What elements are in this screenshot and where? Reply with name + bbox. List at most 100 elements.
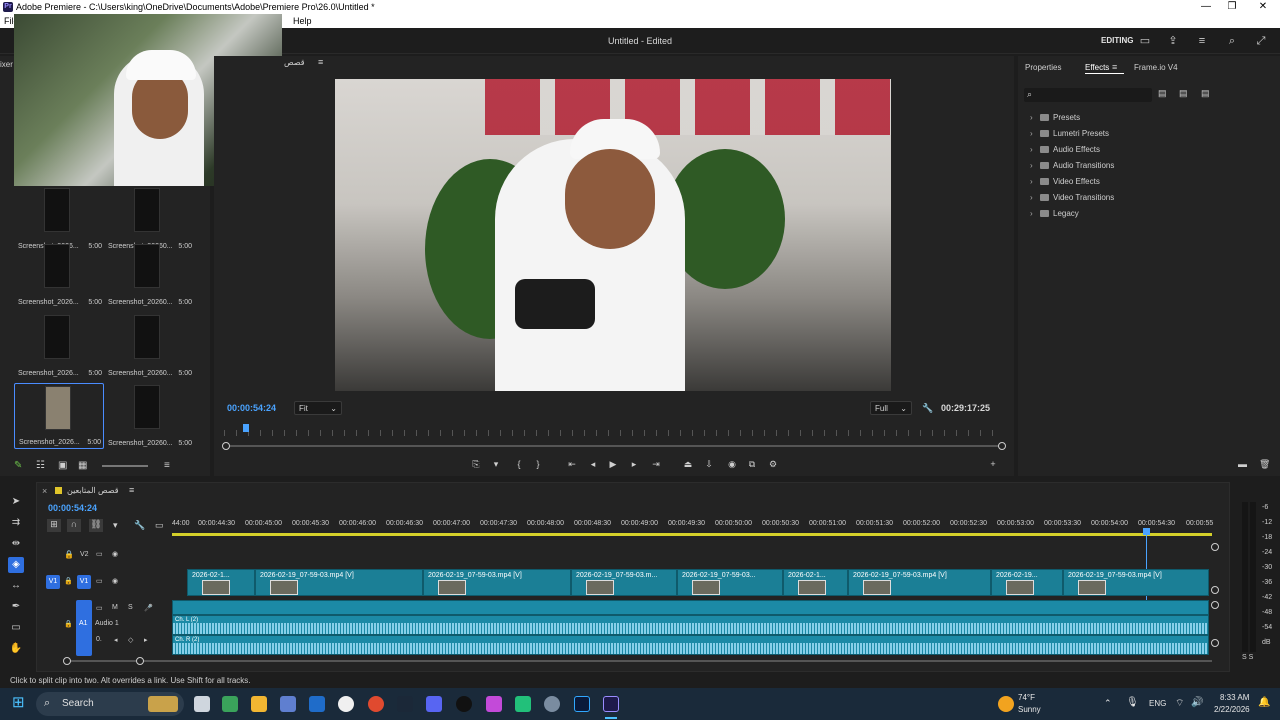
app-icon[interactable] [544, 696, 560, 712]
scroll-handle-right[interactable] [998, 442, 1006, 450]
meter-solo-buttons[interactable]: S S [1242, 654, 1253, 661]
step-back-icon[interactable]: ◂ [587, 458, 599, 470]
source-patch-v1[interactable]: V1 [46, 575, 60, 589]
monitor-scrollbar[interactable] [224, 445, 1004, 447]
clock-time[interactable]: 8:33 AM [1220, 693, 1249, 702]
video-clip[interactable]: 2026-02-19_07-59-03.mp4 [V] [255, 569, 423, 596]
settings-icon[interactable]: ⚙ [767, 458, 779, 470]
close-button[interactable]: ✕ [1246, 0, 1280, 14]
marker-icon[interactable]: ▾ [490, 458, 502, 470]
solo-button[interactable]: S [128, 604, 133, 611]
outlook-icon[interactable] [309, 696, 325, 712]
work-area-bar[interactable] [172, 533, 1212, 536]
sync-lock-icon[interactable]: ▭ [96, 604, 103, 612]
accelerated-effects-icon[interactable]: ▤ [1158, 88, 1167, 99]
export-frame-icon[interactable]: ⎘ [470, 458, 482, 470]
volume-value[interactable]: 0. [96, 636, 102, 643]
ripple-edit-icon[interactable]: ⇹ [8, 536, 24, 552]
video-clip[interactable]: 2026-02-19_07-59-03.m... [571, 569, 677, 596]
effects-item-audio-transitions[interactable]: › Audio Transitions [1030, 161, 1114, 175]
sequence-menu-icon[interactable]: ≡ [129, 485, 134, 495]
store-icon[interactable] [280, 696, 296, 712]
panel-menu-icon[interactable]: ≡ [318, 57, 323, 67]
compare-icon[interactable]: ⧉ [746, 458, 758, 470]
monitor-playhead[interactable] [243, 424, 249, 432]
freeform-view-icon[interactable]: ▦ [78, 460, 87, 471]
bin-item[interactable]: Screenshot_20260...5:00 [104, 313, 194, 379]
new-bin-icon[interactable]: ▬ [1238, 459, 1247, 469]
track-target-a1[interactable]: A1 [76, 600, 92, 656]
video-clip[interactable]: 2026-02-19_07-59-03... [677, 569, 783, 596]
razor-tool-icon[interactable]: ◈ [8, 557, 24, 573]
timeline-settings-icon[interactable]: 🔧 [134, 520, 145, 531]
audio-clip-header[interactable] [172, 600, 1209, 615]
sequence-tab[interactable]: قصص المتابعين [67, 486, 119, 495]
close-sequence-icon[interactable]: × [42, 486, 47, 496]
wifi-icon[interactable]: ⌔ [1175, 697, 1184, 710]
file-explorer-icon[interactable] [251, 696, 267, 712]
playhead-timecode[interactable]: 00:00:54:24 [227, 403, 276, 413]
tray-chevron-icon[interactable]: ⌃ [1104, 698, 1112, 709]
keyframe-add-icon[interactable]: ◇ [128, 636, 133, 644]
tab-effects[interactable]: Effects [1085, 63, 1109, 72]
effects-item-video-effects[interactable]: › Video Effects [1030, 177, 1100, 191]
scroll-handle-left[interactable] [222, 442, 230, 450]
captions-icon[interactable]: ▭ [155, 520, 164, 531]
list-view-icon[interactable]: ☷ [36, 460, 45, 471]
magnet-icon[interactable]: ∩ [67, 519, 81, 532]
task-view-icon[interactable] [194, 696, 210, 712]
track-target-v1[interactable]: V1 [77, 575, 91, 589]
selection-tool-icon[interactable]: ➤ [8, 494, 24, 510]
effects-search-input[interactable]: ⌕ [1024, 88, 1152, 102]
video-clip[interactable]: 2026-02-19... [991, 569, 1063, 596]
effects-item-video-transitions[interactable]: › Video Transitions [1030, 193, 1114, 207]
premiere-icon[interactable] [603, 696, 619, 712]
video-clip[interactable]: 2026-02-1... [187, 569, 255, 596]
eye-icon[interactable]: ◉ [112, 577, 118, 585]
bin-item[interactable]: Screenshot_20260...5:00 [104, 242, 194, 308]
effects-item-lumetri-presets[interactable]: › Lumetri Presets [1030, 129, 1109, 143]
lock-icon[interactable]: 🔒 [64, 550, 74, 559]
windows-start-icon[interactable]: ⊞ [12, 695, 28, 711]
icon-view-icon[interactable]: ▣ [58, 460, 67, 471]
track-scroll-handle[interactable] [1211, 601, 1219, 609]
mark-out-icon[interactable]: } [532, 458, 544, 470]
settings-icon[interactable] [338, 696, 354, 712]
voiceover-mic-icon[interactable]: 🎤 [144, 604, 153, 612]
video-clip[interactable]: 2026-02-19_07-59-03.mp4 [V] [423, 569, 571, 596]
workspace-label[interactable]: EDITING [1101, 36, 1133, 45]
language-indicator[interactable]: ENG [1149, 699, 1166, 708]
track-scroll-handle[interactable] [1211, 639, 1219, 647]
panel-tab-partial[interactable]: ixer [0, 60, 13, 69]
share-icon[interactable]: ⇪ [1166, 34, 1180, 48]
eye-icon[interactable]: ◉ [112, 550, 118, 558]
menu-help[interactable]: Help [293, 16, 312, 26]
video-clip[interactable]: 2026-02-1... [783, 569, 848, 596]
lift-icon[interactable]: ⏏ [682, 458, 694, 470]
clock-date[interactable]: 2/22/2026 [1214, 705, 1250, 714]
lock-icon[interactable]: 🔒 [64, 577, 73, 585]
github-icon[interactable] [456, 696, 472, 712]
snap-icon[interactable]: ⊞ [47, 519, 61, 532]
effects-item-legacy[interactable]: › Legacy [1030, 209, 1079, 223]
keyframe-next-icon[interactable]: ▸ [144, 636, 148, 644]
play-icon[interactable]: ▶ [607, 458, 619, 470]
sort-icon[interactable]: ≡ [164, 460, 170, 471]
zoom-slider[interactable] [102, 465, 148, 467]
camera-icon[interactable]: ◉ [726, 458, 738, 470]
pen-tool-icon[interactable]: ✒ [8, 599, 24, 615]
bin-item[interactable]: Screenshot_20260...5:00 [104, 383, 194, 449]
go-to-out-icon[interactable]: ⇥ [650, 458, 662, 470]
video-clip[interactable]: 2026-02-19_07-59-03.mp4 [V] [1063, 569, 1209, 596]
slip-tool-icon[interactable]: ↔ [8, 578, 24, 594]
fullscreen-icon[interactable]: ⤢ [1254, 34, 1268, 48]
chatgpt-icon[interactable] [515, 696, 531, 712]
sequence-tab[interactable]: قصص [284, 58, 305, 67]
notification-icon[interactable]: 🔔 [1258, 697, 1270, 708]
workspace-icon[interactable]: ▭ [1138, 34, 1152, 48]
step-forward-icon[interactable]: ▸ [628, 458, 640, 470]
mark-in-icon[interactable]: { [513, 458, 525, 470]
tab-properties[interactable]: Properties [1025, 63, 1061, 72]
audio-clip-left-channel[interactable]: Ch. L (2) [172, 615, 1209, 635]
extract-icon[interactable]: ⇩ [703, 458, 715, 470]
